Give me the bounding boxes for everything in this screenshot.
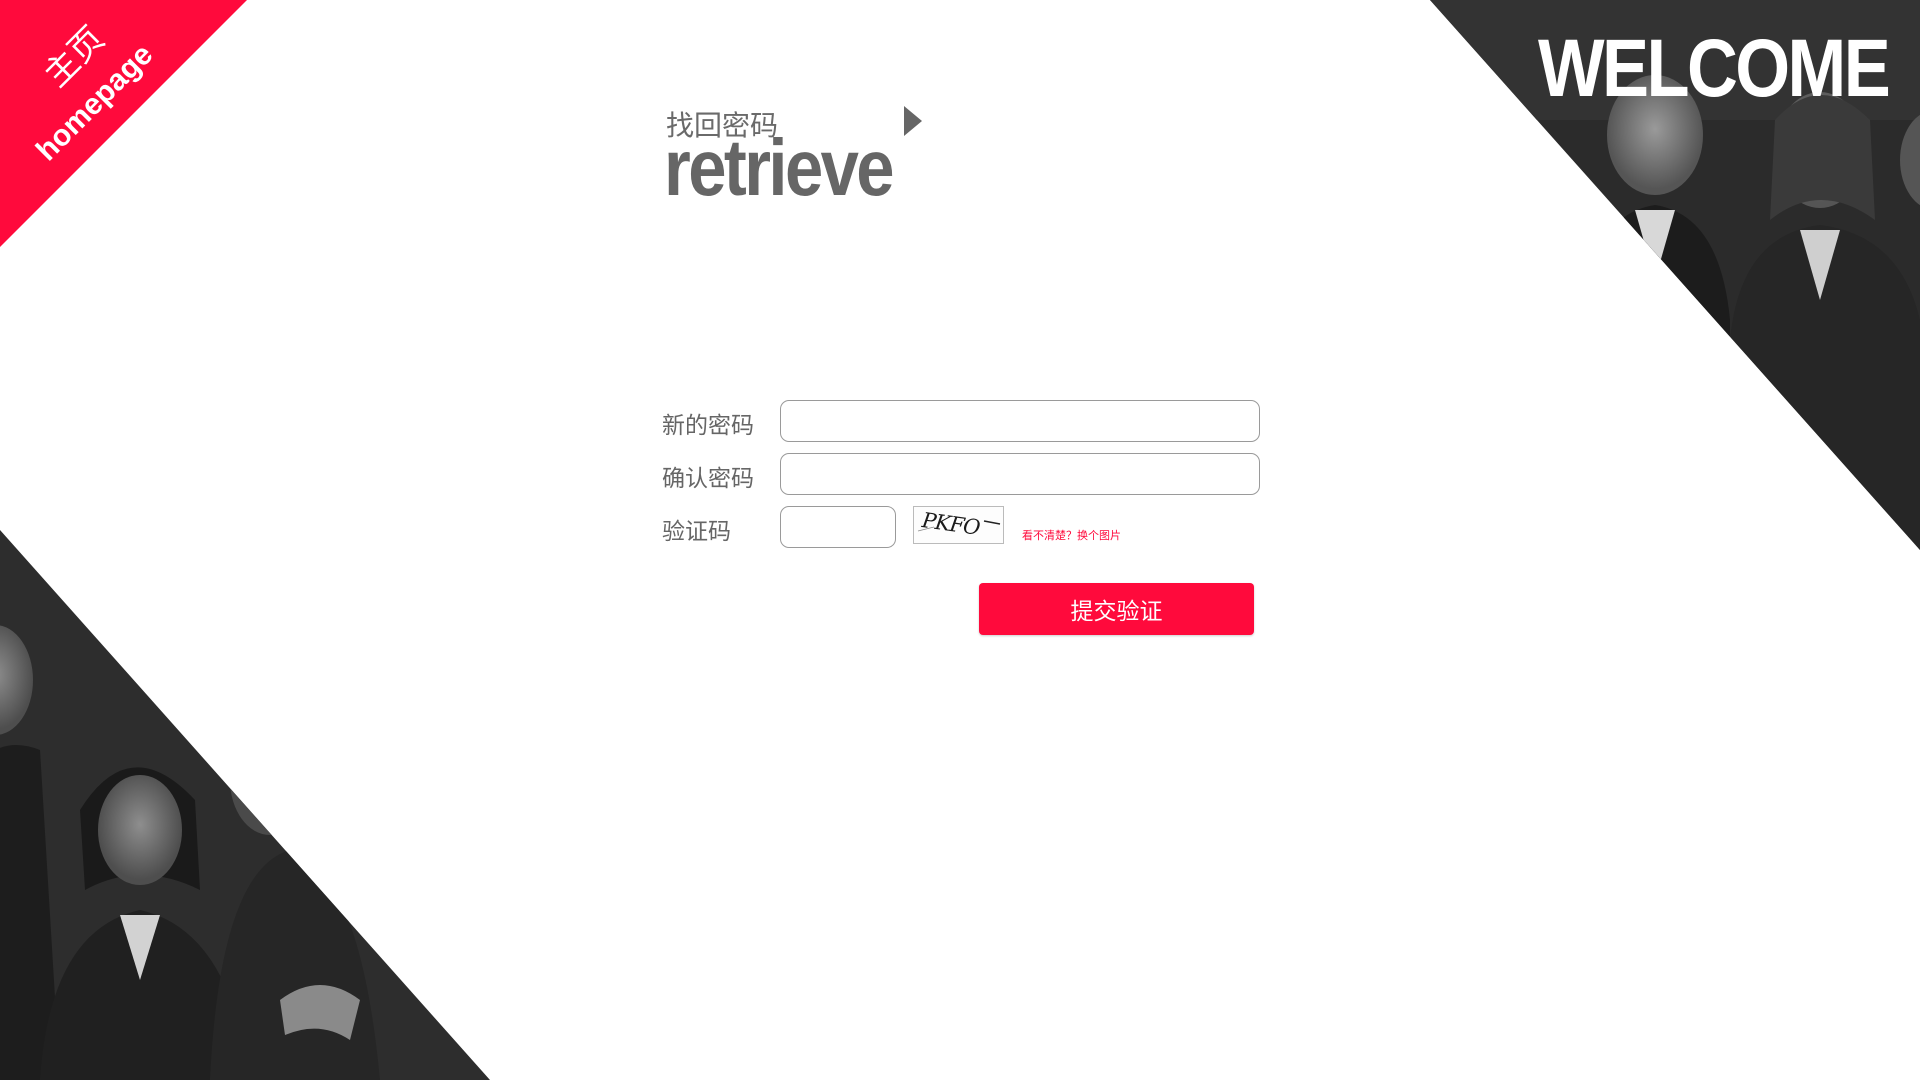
triangle-right-icon xyxy=(904,106,922,136)
homepage-corner-label-group: 主页 homepage xyxy=(0,0,250,250)
confirm-password-field[interactable] xyxy=(780,453,1260,495)
retrieve-password-page: 主页 homepage WELCOME 找回密码 retrieve 新的密码 确… xyxy=(0,0,1920,1080)
welcome-title: WELCOME xyxy=(1537,23,1891,114)
captcha-label: 验证码 xyxy=(662,519,731,545)
confirm-password-label: 确认密码 xyxy=(662,466,754,492)
heading-en-title: retrieve xyxy=(664,123,895,212)
captcha-image[interactable]: PKFO xyxy=(913,506,1004,544)
homepage-corner-link[interactable]: 主页 homepage xyxy=(0,0,250,250)
new-password-label: 新的密码 xyxy=(662,413,754,439)
captcha-field[interactable] xyxy=(780,506,896,548)
page-heading: 找回密码 retrieve xyxy=(664,100,934,210)
team-photo-banner xyxy=(0,530,490,1080)
new-password-field[interactable] xyxy=(780,400,1260,442)
submit-verify-button[interactable]: 提交验证 xyxy=(979,583,1254,635)
captcha-refresh-link[interactable]: 看不清楚？换个图片 xyxy=(1022,527,1121,543)
retrieve-password-form: 新的密码 确认密码 验证码 PKFO 看不清楚？换个图片 提交验证 xyxy=(662,400,1262,640)
